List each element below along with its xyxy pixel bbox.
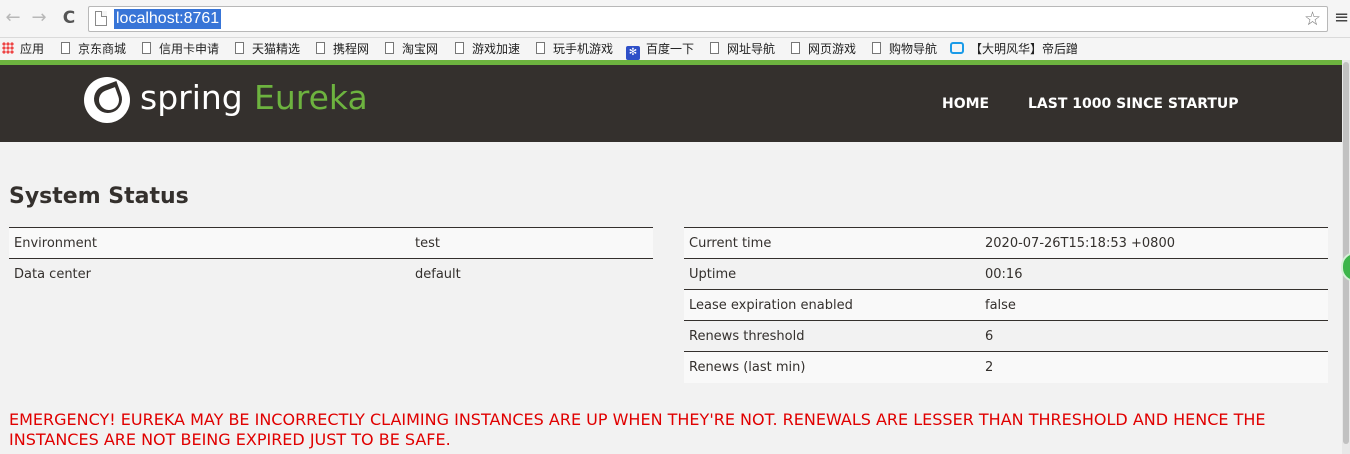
bookmark-item[interactable]: 携程网 — [316, 40, 369, 58]
row-key: Environment — [9, 227, 410, 259]
brand-eureka[interactable]: Eureka — [254, 78, 368, 118]
page-icon — [95, 11, 107, 26]
page-icon — [455, 42, 464, 54]
bookmark-item[interactable]: 游戏加速 — [455, 40, 520, 58]
row-value: false — [980, 289, 1328, 321]
status-table-left: Environment test Data center default — [9, 227, 653, 290]
bookmark-item[interactable]: 淘宝网 — [385, 40, 438, 58]
reload-icon[interactable]: C — [58, 7, 80, 29]
row-key: Data center — [9, 258, 410, 290]
bookmark-star-icon[interactable]: ☆ — [1304, 8, 1321, 30]
table-row: Renews threshold 6 — [684, 320, 1328, 352]
nav-home-link[interactable]: HOME — [942, 94, 989, 114]
forward-arrow-icon[interactable]: → — [28, 7, 50, 29]
row-key: Renews threshold — [684, 320, 980, 352]
menu-icon[interactable]: ≡ — [1334, 8, 1349, 28]
row-key: Current time — [684, 227, 980, 259]
row-value: 6 — [980, 320, 1328, 352]
back-arrow-icon[interactable]: ← — [2, 7, 24, 29]
row-value: 00:16 — [980, 258, 1328, 290]
bookmark-item[interactable]: 玩手机游戏 — [536, 40, 613, 58]
page-icon — [316, 42, 325, 54]
section-title: System Status — [9, 184, 189, 209]
page-icon — [791, 42, 800, 54]
table-row: Data center default — [9, 258, 653, 290]
row-key: Lease expiration enabled — [684, 289, 980, 321]
page-icon — [235, 42, 244, 54]
row-key: Renews (last min) — [684, 351, 980, 383]
row-key: Uptime — [684, 258, 980, 290]
apps-grid-icon — [2, 42, 14, 54]
bookmark-item[interactable]: ✻ 百度一下 — [626, 40, 694, 60]
nav-last-1000-link[interactable]: LAST 1000 SINCE STARTUP — [1028, 94, 1239, 114]
bookmark-item[interactable]: 【大明风华】帝后蹭 — [950, 40, 1078, 58]
browser-toolbar: ← → C localhost:8761 ☆ ≡ — [0, 0, 1350, 38]
brand-spring[interactable]: spring — [140, 78, 243, 118]
bookmark-item[interactable]: 购物导航 — [872, 40, 937, 58]
bookmarks-bar: 应用 京东商城 信用卡申请 天猫精选 携程网 淘宝网 游戏加速 玩手机游戏 ✻ 百… — [0, 38, 1350, 60]
page-icon — [710, 42, 719, 54]
table-row: Environment test — [9, 227, 653, 259]
address-bar[interactable]: localhost:8761 ☆ — [88, 6, 1328, 32]
row-value: 2 — [980, 351, 1328, 383]
row-value: test — [410, 227, 653, 259]
page-icon — [536, 42, 545, 54]
row-value: 2020-07-26T15:18:53 +0800 — [980, 227, 1328, 259]
page-icon — [61, 42, 70, 54]
url-text[interactable]: localhost:8761 — [114, 9, 222, 29]
emergency-warning: EMERGENCY! EUREKA MAY BE INCORRECTLY CLA… — [9, 410, 1266, 449]
bookmark-item[interactable]: 应用 — [2, 40, 44, 58]
table-row: Current time 2020-07-26T15:18:53 +0800 — [684, 227, 1328, 259]
page-icon — [142, 42, 151, 54]
bookmark-item[interactable]: 天猫精选 — [235, 40, 300, 58]
spring-leaf-icon[interactable] — [84, 77, 130, 123]
page-icon — [385, 42, 394, 54]
status-table-right: Current time 2020-07-26T15:18:53 +0800 U… — [684, 227, 1328, 383]
eureka-header: spring Eureka HOME LAST 1000 SINCE START… — [0, 65, 1342, 142]
page-icon — [872, 42, 881, 54]
baidu-paw-icon: ✻ — [626, 46, 640, 60]
bookmark-item[interactable]: 信用卡申请 — [142, 40, 219, 58]
bookmark-item[interactable]: 网址导航 — [710, 40, 775, 58]
row-value: default — [410, 258, 653, 290]
table-row: Lease expiration enabled false — [684, 289, 1328, 321]
bookmark-item[interactable]: 网页游戏 — [791, 40, 856, 58]
bilibili-tv-icon — [950, 42, 964, 54]
table-row: Uptime 00:16 — [684, 258, 1328, 290]
table-row: Renews (last min) 2 — [684, 351, 1328, 383]
bookmark-item[interactable]: 京东商城 — [61, 40, 126, 58]
